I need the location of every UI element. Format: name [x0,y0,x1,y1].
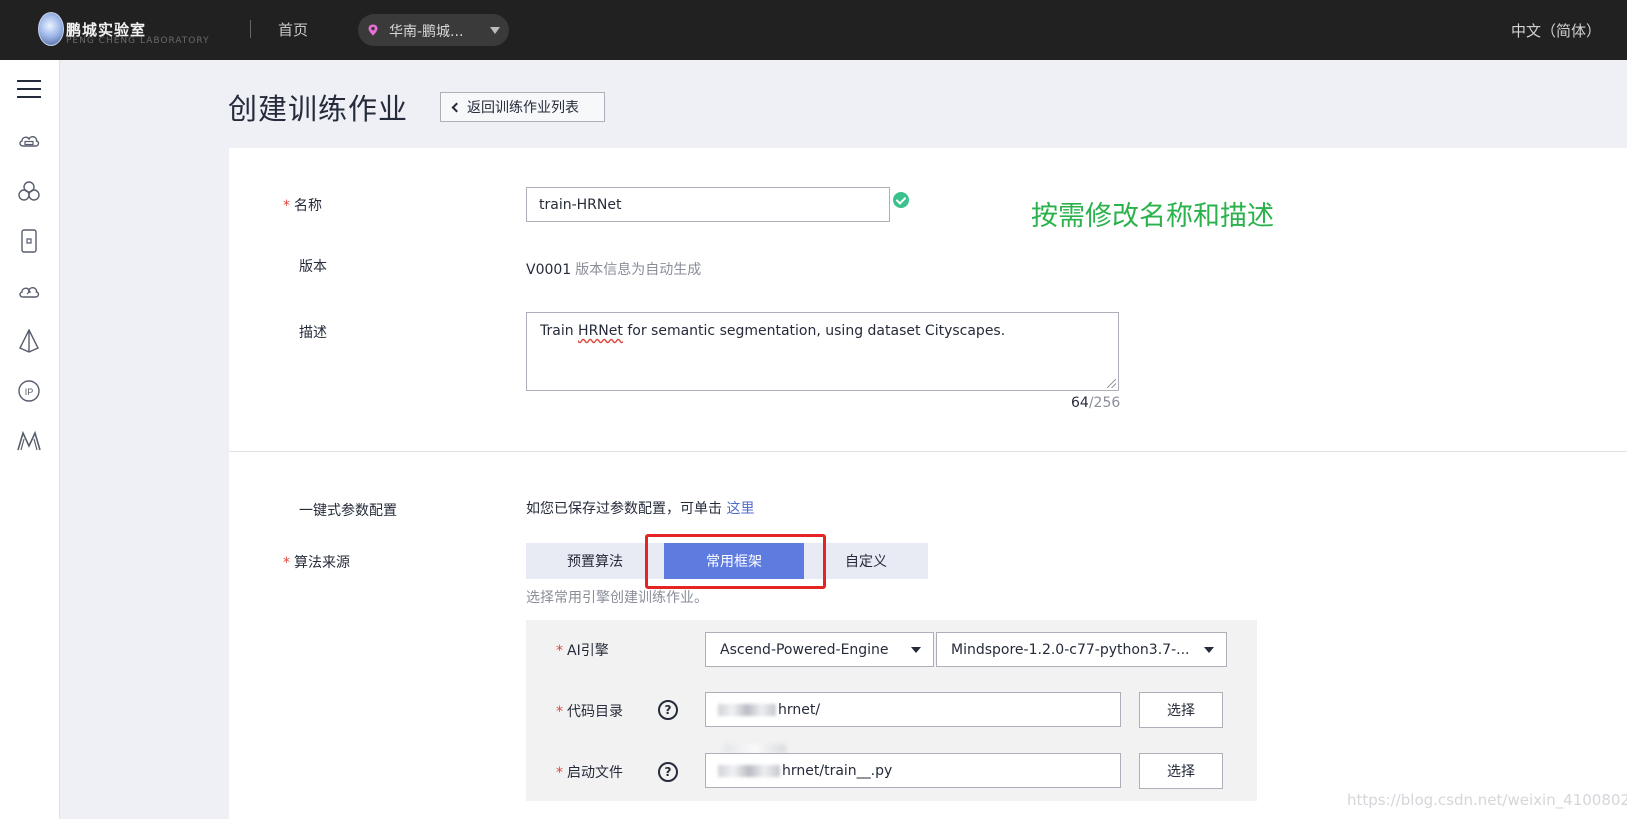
chevron-left-icon [451,102,462,112]
back-button-label: 返回训练作业列表 [467,100,579,116]
annotation-text: 按需修改名称和描述 [1031,201,1274,232]
version-hint: 版本信息为自动生成 [575,262,702,278]
required-mark: * [283,198,290,214]
notebook-icon[interactable] [16,228,42,254]
redacted-path [718,703,776,716]
svg-text:IP: IP [25,387,34,397]
nav-divider [250,20,251,38]
cloud-sync-icon[interactable] [16,278,42,304]
algorithm-source-hint: 选择常用引擎创建训练作业。 [526,590,708,606]
back-to-list-button[interactable]: 返回训练作业列表 [440,92,605,122]
caret-down-icon [1204,647,1214,653]
boot-file-select-button[interactable]: 选择 [1139,753,1223,789]
location-pin-icon [368,24,378,36]
quick-config-text: 如您已保存过参数配置，可单击 这里 [526,501,755,517]
boot-file-input[interactable]: hrnet/train__.py [705,753,1121,788]
caret-down-icon [911,647,921,653]
section-divider [229,451,1627,452]
option-preset-algorithm[interactable]: 预置算法 [526,543,664,579]
code-dir-label: * 代码目录 [556,704,623,720]
region-selector[interactable]: 华南-鹏城... [358,14,509,46]
highlight-box [645,534,826,589]
ai-engine-select[interactable]: Ascend-Powered-Engine [705,632,934,667]
help-icon[interactable]: ? [658,700,678,720]
cloud-storage-icon[interactable] [16,128,42,154]
page-title: 创建训练作业 [228,92,409,126]
required-mark: * [556,643,563,659]
caret-down-icon [490,27,500,34]
ai-engine-label: * AI引擎 [556,643,609,659]
version-label: 版本 [299,259,327,275]
misspelled-word: HRNet [578,323,623,339]
version-value: V0001 版本信息为自动生成 [526,262,702,278]
left-sidebar: IP [0,60,60,819]
pcl-logo[interactable]: 鹏城实验室 PENG CHENG LABORATORY [38,10,218,50]
quick-config-label: 一键式参数配置 [299,503,397,519]
required-mark: * [556,765,563,781]
help-icon[interactable]: ? [658,762,678,782]
nav-home-link[interactable]: 首页 [278,19,308,40]
boot-file-label: * 启动文件 [556,765,623,781]
watermark: https://blog.csdn.net/weixin_41008021 [1347,791,1627,809]
description-label: 描述 [299,325,327,341]
code-dir-select-button[interactable]: 选择 [1139,692,1223,728]
name-input[interactable]: train-HRNet [526,187,890,222]
menu-icon[interactable] [16,76,42,102]
algorithm-source-label: * 算法来源 [283,555,350,571]
name-label: * 名称 [283,198,322,214]
logo-emblem-icon [38,12,64,46]
engine-version-select[interactable]: Mindspore-1.2.0-c77-python3.7-... [936,632,1227,667]
description-textarea[interactable]: Train HRNet for semantic segmentation, u… [526,312,1119,391]
ip-icon[interactable]: IP [16,378,42,404]
mindspore-icon[interactable] [16,428,42,454]
check-circle-icon [893,192,909,208]
redacted-path [718,764,780,777]
resize-handle-icon[interactable] [1107,379,1116,388]
char-counter: 64/256 [1071,395,1121,411]
region-label: 华南-鹏城... [389,24,464,40]
required-mark: * [283,555,290,571]
top-navigation-bar: 鹏城实验室 PENG CHENG LABORATORY 首页 华南-鹏城... … [0,0,1627,60]
language-switcher[interactable]: 中文（简体） [1511,20,1601,41]
model-icon[interactable] [16,328,42,354]
required-mark: * [556,704,563,720]
code-dir-input[interactable]: hrnet/ [705,692,1121,727]
quick-config-link[interactable]: 这里 [726,501,754,517]
logo-subtext: PENG CHENG LABORATORY [66,36,210,46]
cluster-icon[interactable] [16,178,42,204]
